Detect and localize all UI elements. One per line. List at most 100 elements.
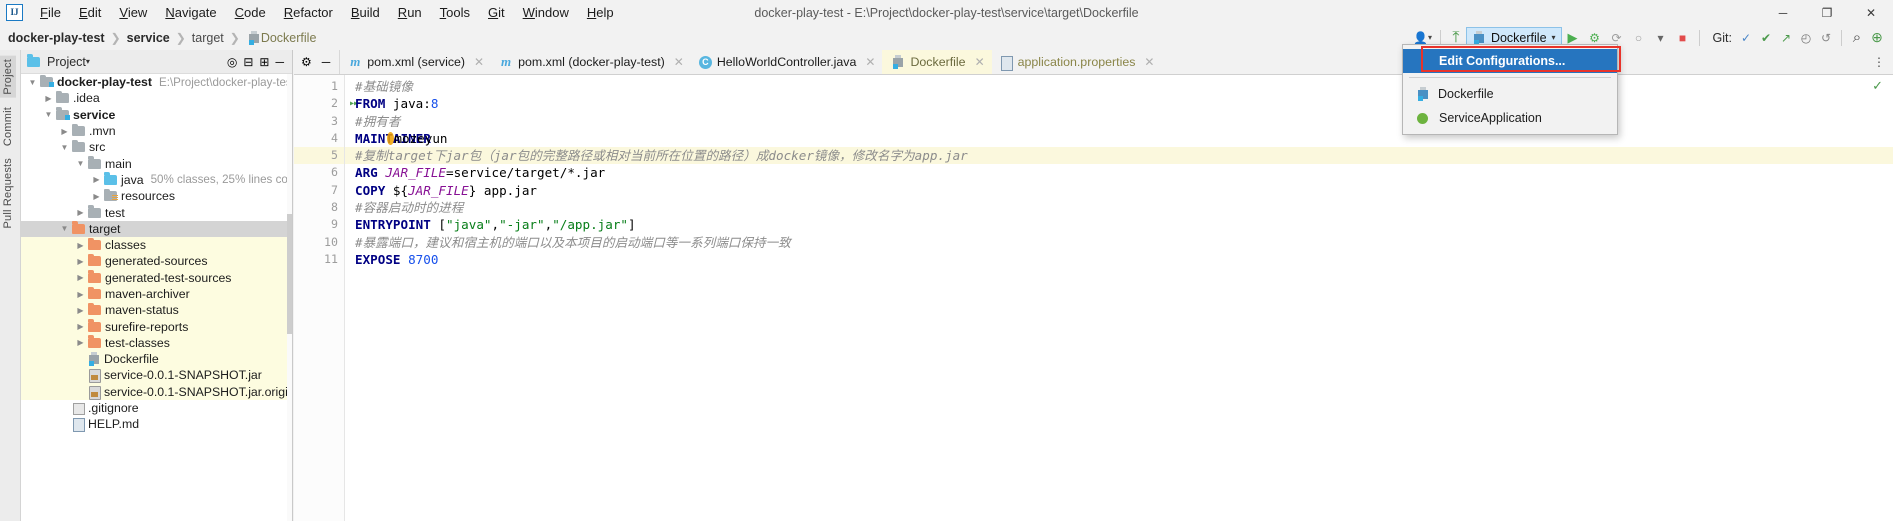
chevron-right-icon[interactable]: ▶ bbox=[75, 338, 86, 347]
line-number[interactable]: 9 bbox=[294, 216, 344, 233]
editor-minimize-icon[interactable]: ─ bbox=[322, 55, 331, 69]
line-number[interactable]: 7 bbox=[294, 182, 344, 199]
code-editor[interactable]: 12▸▸34567891011 #基础镜像FROM java:8#拥有者MAIN… bbox=[294, 75, 1893, 521]
tree-node--mvn[interactable]: ▶ .mvn bbox=[21, 123, 292, 139]
editor-tab-helloworldcontroller-java[interactable]: C HelloWorldController.java ✕ bbox=[691, 50, 883, 74]
chevron-right-icon[interactable]: ▶ bbox=[75, 290, 86, 299]
editor-tab-pom-xml-docker-play-test[interactable]: m pom.xml (docker-play-test) ✕ bbox=[491, 50, 691, 74]
editor-more-icon[interactable]: ⋮ bbox=[1873, 55, 1885, 69]
menu-window[interactable]: Window bbox=[514, 2, 578, 23]
tree-node-maven-archiver[interactable]: ▶ maven-archiver bbox=[21, 285, 292, 303]
editor-tab-dockerfile[interactable]: Dockerfile ✕ bbox=[882, 50, 992, 74]
code-line[interactable]: #拥有者 bbox=[345, 113, 1893, 130]
dropdown-item-dockerfile[interactable]: Dockerfile bbox=[1403, 82, 1617, 106]
settings-icon[interactable]: ⊕ bbox=[1867, 27, 1887, 49]
line-number[interactable]: 8 bbox=[294, 199, 344, 216]
tree-node-service-0-0-1-snapshot-jar[interactable]: · service-0.0.1-SNAPSHOT.jar bbox=[21, 367, 292, 384]
tree-node-test[interactable]: ▶ test bbox=[21, 204, 292, 220]
stop-button[interactable]: ■ bbox=[1672, 27, 1694, 49]
chevron-right-icon[interactable]: ▶ bbox=[91, 192, 102, 201]
tree-node-target[interactable]: ▼ target bbox=[21, 220, 292, 237]
chevron-right-icon[interactable]: ▶ bbox=[75, 208, 86, 217]
scroll-from-source-icon[interactable]: ◎ bbox=[227, 55, 237, 69]
project-scrollbar-thumb[interactable] bbox=[287, 214, 292, 334]
line-number[interactable]: 4 bbox=[294, 130, 344, 147]
code-line[interactable]: FROM java:8 bbox=[345, 95, 1893, 112]
tree-node-maven-status[interactable]: ▶ maven-status bbox=[21, 302, 292, 319]
minimize-button[interactable]: ─ bbox=[1761, 0, 1805, 25]
menu-navigate[interactable]: Navigate bbox=[156, 2, 225, 23]
editor-tab-application-properties[interactable]: application.properties ✕ bbox=[992, 50, 1162, 74]
git-commit-button[interactable]: ✔ bbox=[1756, 27, 1776, 49]
line-number[interactable]: 10 bbox=[294, 234, 344, 251]
code-line[interactable]: #基础镜像 bbox=[345, 78, 1893, 95]
chevron-right-icon[interactable]: ▶ bbox=[59, 127, 70, 136]
tree-node-test-classes[interactable]: ▶ test-classes bbox=[21, 334, 292, 352]
tool-window-tab-commit[interactable]: Commit bbox=[0, 104, 16, 149]
git-push-button[interactable]: ↗ bbox=[1776, 27, 1796, 49]
tree-node-resources[interactable]: ▶ resources bbox=[21, 188, 292, 204]
tree-node-docker-play-test[interactable]: ▼ docker-play-test E:\Project\docker-play-… bbox=[21, 74, 292, 90]
chevron-right-icon[interactable]: ▶ bbox=[75, 257, 86, 266]
breadcrumb-item-docker-play-test[interactable]: docker-play-test bbox=[8, 31, 105, 45]
chevron-right-icon[interactable]: ▶ bbox=[91, 175, 102, 184]
profiler-dropdown[interactable]: ▾ bbox=[1650, 27, 1672, 49]
line-number[interactable]: 2 ▸▸ bbox=[294, 95, 359, 112]
expand-all-icon[interactable]: ⊞ bbox=[259, 55, 269, 69]
dropdown-item-serviceapplication[interactable]: ServiceApplication bbox=[1403, 106, 1617, 130]
inspection-status-icon[interactable]: ✓ bbox=[1872, 78, 1883, 94]
editor-tab-close-icon[interactable]: ✕ bbox=[474, 55, 484, 69]
menu-git[interactable]: Git bbox=[479, 2, 514, 23]
code-line[interactable]: #暴露端口，建议和宿主机的端口以及本项目的启动端口等一系列端口保持一致 bbox=[345, 234, 1893, 251]
tree-node-service[interactable]: ▼ service bbox=[21, 107, 292, 123]
breadcrumb-item-target[interactable]: target bbox=[192, 31, 224, 45]
maximize-button[interactable]: ❐ bbox=[1805, 0, 1849, 25]
profiler-button[interactable]: ○ bbox=[1628, 27, 1650, 49]
breadcrumb-item-service[interactable]: service bbox=[127, 31, 170, 45]
git-rollback-button[interactable]: ↺ bbox=[1816, 27, 1836, 49]
menu-build[interactable]: Build bbox=[342, 2, 389, 23]
run-configurations-dropdown[interactable]: Edit Configurations... Dockerfile ServiceA… bbox=[1402, 44, 1618, 135]
chevron-right-icon[interactable]: ▶ bbox=[75, 322, 86, 331]
menu-refactor[interactable]: Refactor bbox=[275, 2, 342, 23]
menu-file[interactable]: File bbox=[31, 2, 70, 23]
line-number[interactable]: 6 bbox=[294, 164, 344, 181]
project-scrollbar[interactable] bbox=[287, 74, 292, 521]
git-update-button[interactable]: ✓ bbox=[1736, 27, 1756, 49]
chevron-down-icon[interactable]: ▼ bbox=[59, 224, 70, 233]
menu-view[interactable]: View bbox=[110, 2, 156, 23]
line-number[interactable]: 11 bbox=[294, 251, 344, 268]
tree-node--gitignore[interactable]: · .gitignore bbox=[21, 400, 292, 416]
code-line[interactable]: MAINTAINER mozeyun bbox=[345, 130, 1893, 147]
project-tree[interactable]: ▼ docker-play-test E:\Project\docker-play-… bbox=[21, 74, 292, 521]
code-line[interactable]: ARG JAR_FILE=service/target/*.jar bbox=[345, 164, 1893, 181]
breadcrumb-item-dockerfile[interactable]: Dockerfile bbox=[261, 31, 317, 45]
search-everywhere-icon[interactable]: ⌕ bbox=[1847, 27, 1867, 49]
editor-tab-close-icon[interactable]: ✕ bbox=[1144, 55, 1154, 69]
chevron-down-icon[interactable]: ▾ bbox=[86, 57, 90, 66]
tree-node-main[interactable]: ▼ main bbox=[21, 155, 292, 171]
code-line[interactable]: ENTRYPOINT ["java","-jar","/app.jar"] bbox=[345, 216, 1893, 233]
tool-window-tab-pull-requests[interactable]: Pull Requests bbox=[0, 155, 16, 231]
chevron-right-icon[interactable]: ▶ bbox=[75, 241, 86, 250]
tree-node-surefire-reports[interactable]: ▶ surefire-reports bbox=[21, 318, 292, 335]
tree-node-help-md[interactable]: · HELP.md bbox=[21, 416, 292, 433]
code-line[interactable]: #容器启动时的进程 bbox=[345, 199, 1893, 216]
chevron-down-icon[interactable]: ▾ bbox=[1552, 33, 1556, 42]
chevron-right-icon[interactable]: ▶ bbox=[75, 273, 86, 282]
code-line[interactable]: #复制target下jar包（jar包的完整路径或相对当前所在位置的路径）成do… bbox=[345, 147, 1893, 165]
menu-code[interactable]: Code bbox=[226, 2, 275, 23]
tree-node-dockerfile[interactable]: · Dockerfile bbox=[21, 351, 292, 368]
chevron-down-icon[interactable]: ▼ bbox=[75, 159, 86, 168]
editor-tab-pom-xml-service[interactable]: m pom.xml (service) ✕ bbox=[340, 50, 491, 74]
code-line[interactable]: COPY ${JAR_FILE} app.jar bbox=[345, 182, 1893, 199]
git-history-button[interactable]: ◴ bbox=[1796, 27, 1816, 49]
editor-tab-close-icon[interactable]: ✕ bbox=[975, 55, 985, 69]
line-number[interactable]: 5 bbox=[294, 147, 344, 165]
line-number[interactable]: 3 bbox=[294, 113, 344, 130]
chevron-down-icon[interactable]: ▼ bbox=[27, 78, 38, 87]
tree-node-java[interactable]: ▶ java 50% classes, 25% lines covere bbox=[21, 172, 292, 188]
editor-tab-close-icon[interactable]: ✕ bbox=[865, 55, 875, 69]
dropdown-item-edit-configurations[interactable]: Edit Configurations... bbox=[1403, 49, 1617, 73]
line-number[interactable]: 1 bbox=[294, 78, 344, 95]
